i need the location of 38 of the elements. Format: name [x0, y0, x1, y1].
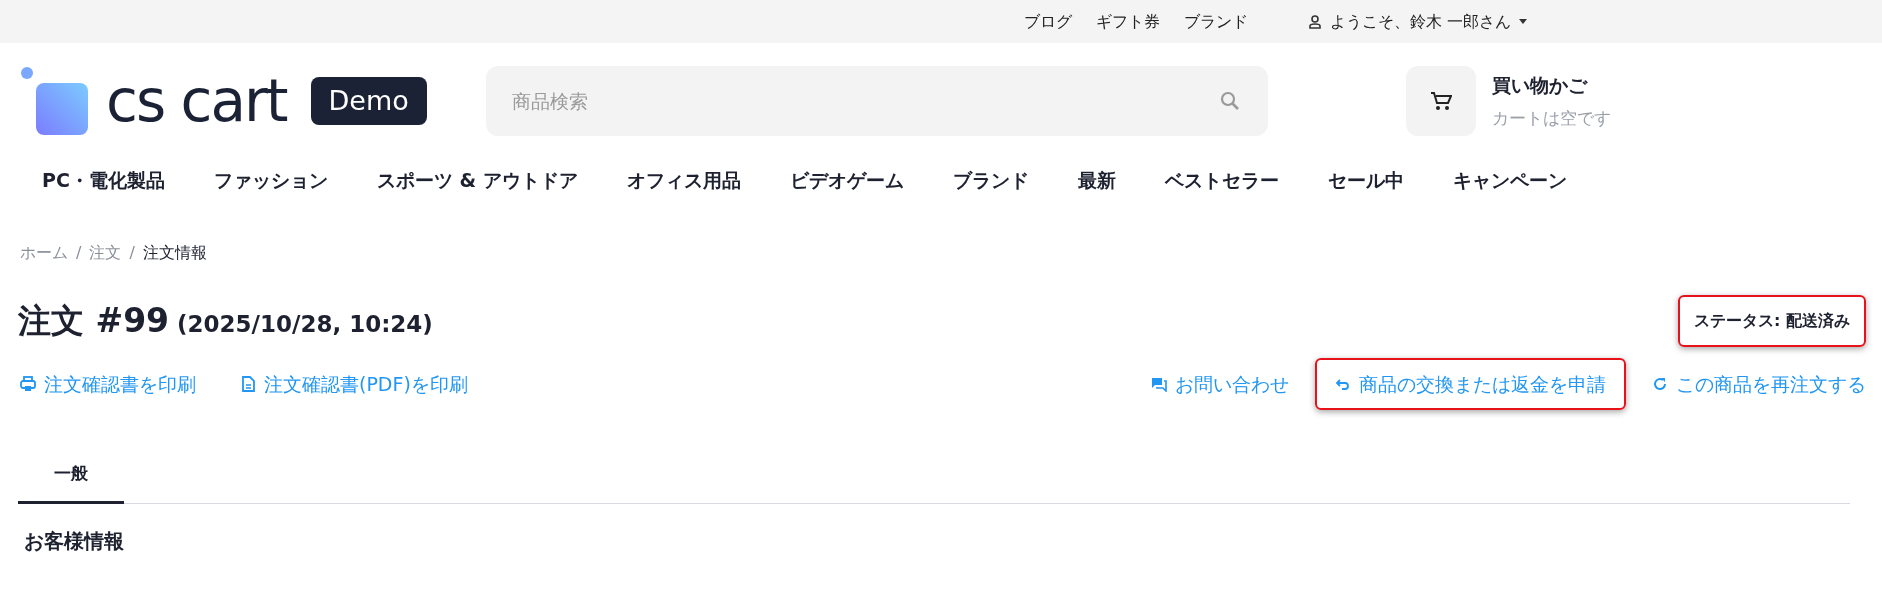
- nav-link[interactable]: 最新: [1077, 166, 1116, 219]
- nav-link[interactable]: ベストセラー: [1164, 166, 1279, 219]
- cart-title: 買い物かご: [1492, 73, 1589, 98]
- nav-link[interactable]: オフィス用品: [626, 166, 741, 219]
- nav-link[interactable]: ブランド: [952, 166, 1029, 219]
- nav-link[interactable]: スポーツ & アウトドア: [376, 166, 578, 219]
- nav-link[interactable]: PC・電化製品: [42, 166, 165, 219]
- caret-icon: [1519, 19, 1528, 24]
- top-link[interactable]: ブログ: [1024, 9, 1072, 34]
- undo-icon: [1335, 376, 1351, 392]
- chat-icon: [1151, 376, 1167, 392]
- cart-icon: [1430, 90, 1452, 112]
- document-icon: [240, 376, 256, 392]
- order-title: 注文 #99: [18, 300, 170, 343]
- logo-icon: [20, 66, 90, 136]
- nav-link[interactable]: ビデオゲーム: [789, 166, 904, 219]
- search-field[interactable]: 商品検索: [486, 66, 1268, 136]
- order-date: (2025/10/28, 10:24): [177, 310, 433, 340]
- cart-button[interactable]: [1406, 66, 1476, 136]
- status-label: ステータス: 配送済み: [1678, 295, 1866, 347]
- tab[interactable]: 一般: [18, 449, 124, 504]
- top-link[interactable]: ギフト券: [1096, 9, 1160, 34]
- breadcrumb-current: 注文情報: [142, 242, 207, 264]
- breadcrumb-separator: /: [76, 242, 82, 264]
- cart-status: カートは空です: [1492, 106, 1611, 130]
- user-menu[interactable]: ようこそ、鈴木 一郎さん: [1330, 9, 1512, 34]
- top-link[interactable]: ブランド: [1184, 9, 1248, 34]
- nav-link[interactable]: ファッション: [213, 166, 328, 219]
- demo-badge: Demo: [310, 76, 427, 126]
- refresh-icon: [1652, 376, 1668, 392]
- breadcrumb-separator: /: [129, 242, 135, 264]
- user-icon: [1308, 14, 1322, 29]
- logo-text: cs cart: [106, 72, 287, 130]
- printer-icon: [20, 376, 36, 392]
- section-title: お客様情報: [24, 527, 125, 555]
- search-icon: [1220, 91, 1240, 111]
- nav-link[interactable]: セール中: [1327, 166, 1404, 219]
- nav-link[interactable]: キャンペーン: [1452, 166, 1567, 219]
